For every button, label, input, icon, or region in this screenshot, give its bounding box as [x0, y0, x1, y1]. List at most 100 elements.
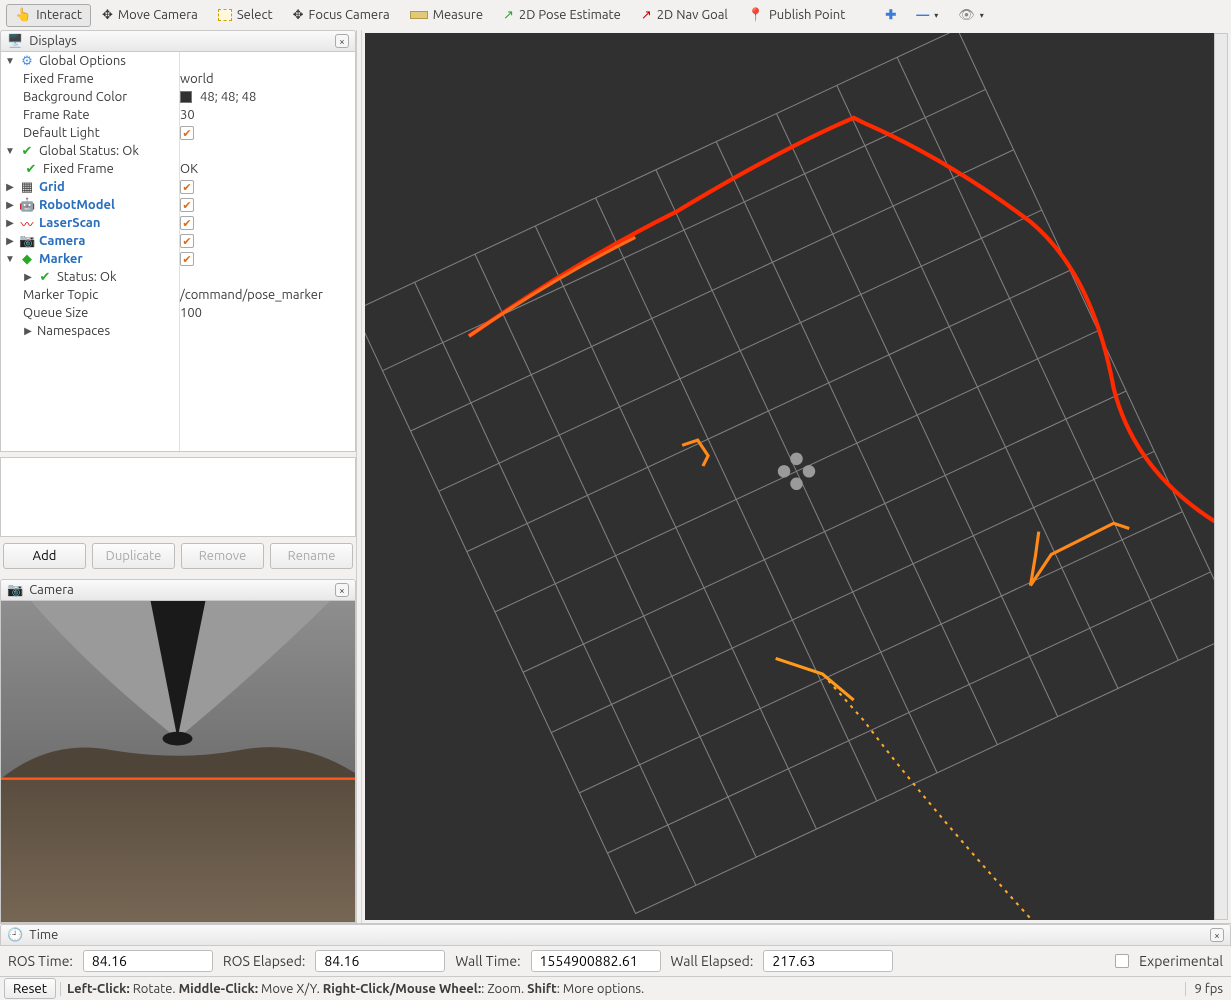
gear-icon: ⚙ [19, 54, 35, 69]
laserscan-checkbox[interactable] [180, 216, 194, 230]
main-area: 🖥️ Displays × ▼⚙Global Options Fixed Fra… [0, 30, 1231, 923]
hand-icon: 👆 [15, 8, 31, 23]
select-button[interactable]: Select [209, 4, 282, 26]
move-camera-button[interactable]: ✥ Move Camera [93, 4, 207, 27]
marker-status-label: Status: Ok [57, 270, 117, 284]
grid-item[interactable]: Grid [39, 180, 65, 194]
marker-checkbox[interactable] [180, 252, 194, 266]
interact-button[interactable]: 👆 Interact [6, 4, 91, 27]
main-toolbar: 👆 Interact ✥ Move Camera Select ✥ Focus … [0, 0, 1231, 30]
global-status-label: Global Status: Ok [39, 144, 139, 158]
queue-size-value[interactable]: 100 [180, 306, 202, 320]
measure-label: Measure [433, 8, 483, 22]
fixed-frame-value[interactable]: world [180, 72, 214, 86]
robotmodel-item[interactable]: RobotModel [39, 198, 115, 212]
robot-icon: 🤖 [19, 198, 35, 213]
focus-camera-icon: ✥ [293, 8, 304, 23]
robotmodel-checkbox[interactable] [180, 198, 194, 212]
check-icon: ✔ [19, 144, 35, 159]
wall-time-input[interactable] [531, 950, 661, 972]
status-bar: Reset Left-Click: Rotate. Middle-Click: … [0, 976, 1231, 1000]
nav-arrow-icon: ↗ [641, 8, 652, 23]
viewport-wrap [362, 30, 1231, 923]
time-panel: 🕘 Time × ROS Time: ROS Elapsed: Wall Tim… [0, 923, 1231, 976]
pose-estimate-label: 2D Pose Estimate [519, 8, 621, 22]
global-options-label: Global Options [39, 54, 126, 68]
publish-point-label: Publish Point [769, 8, 845, 22]
left-panels: 🖥️ Displays × ▼⚙Global Options Fixed Fra… [0, 30, 357, 923]
marker-topic-value[interactable]: /command/pose_marker [180, 288, 323, 302]
laserscan-item[interactable]: LaserScan [39, 216, 100, 230]
3d-viewport[interactable] [365, 33, 1228, 920]
clock-icon: 🕘 [7, 928, 23, 943]
ros-time-input[interactable] [83, 950, 213, 972]
ros-time-label: ROS Time: [8, 953, 73, 969]
displays-button-row: Add Duplicate Remove Rename [0, 537, 356, 575]
fixed-frame-label: Fixed Frame [23, 72, 94, 86]
frame-rate-label: Frame Rate [23, 108, 90, 122]
add-tool-button[interactable]: ✚ [876, 4, 905, 27]
focus-camera-label: Focus Camera [309, 8, 390, 22]
laserscan-icon: 〰 [19, 214, 35, 233]
reset-button[interactable]: Reset [4, 978, 56, 999]
displays-tree[interactable]: ▼⚙Global Options Fixed Frame Background … [0, 52, 356, 452]
grid-icon: ▦ [19, 180, 35, 195]
camera-item[interactable]: Camera [39, 234, 85, 248]
pin-icon: 📍 [748, 8, 764, 23]
focus-camera-button[interactable]: ✥ Focus Camera [284, 4, 399, 27]
remove-button[interactable]: Remove [181, 543, 264, 569]
plus-icon: ✚ [885, 8, 896, 23]
visibility-tool-button[interactable]: 👁▾ [949, 4, 993, 27]
pose-arrow-icon: ↗ [503, 8, 514, 23]
check-icon: ✔ [37, 270, 53, 285]
experimental-checkbox[interactable] [1115, 954, 1129, 968]
camera-view[interactable] [0, 601, 356, 923]
queue-size-label: Queue Size [23, 306, 88, 320]
time-panel-header[interactable]: 🕘 Time × [0, 924, 1231, 946]
default-light-checkbox[interactable] [180, 126, 194, 140]
camera-checkbox[interactable] [180, 234, 194, 248]
eye-icon: 👁 [958, 8, 975, 23]
minus-icon: — [916, 8, 929, 22]
pose-estimate-button[interactable]: ↗ 2D Pose Estimate [494, 4, 630, 27]
close-icon[interactable]: × [335, 34, 349, 48]
move-camera-icon: ✥ [102, 8, 113, 23]
displays-title: Displays [29, 34, 77, 48]
close-icon[interactable]: × [1210, 928, 1224, 942]
marker-item[interactable]: Marker [39, 252, 83, 266]
duplicate-button[interactable]: Duplicate [92, 543, 175, 569]
description-box [0, 457, 356, 537]
ros-elapsed-input[interactable] [315, 950, 445, 972]
camera-panel: 📷 Camera × [0, 579, 356, 923]
bgcolor-label: Background Color [23, 90, 127, 104]
measure-button[interactable]: Measure [401, 4, 492, 26]
viewport-scrollbar[interactable] [1214, 33, 1228, 920]
select-label: Select [237, 8, 273, 22]
displays-panel-header[interactable]: 🖥️ Displays × [0, 30, 356, 52]
nav-goal-label: 2D Nav Goal [657, 8, 728, 22]
frame-rate-value[interactable]: 30 [180, 108, 195, 122]
time-body: ROS Time: ROS Elapsed: Wall Time: Wall E… [0, 946, 1231, 976]
time-title: Time [29, 928, 58, 942]
check-icon: ✔ [23, 162, 39, 177]
camera-panel-title: Camera [29, 583, 74, 597]
default-light-label: Default Light [23, 126, 100, 140]
color-swatch[interactable] [180, 91, 192, 103]
bgcolor-value[interactable]: 48; 48; 48 [200, 90, 256, 104]
camera-panel-header[interactable]: 📷 Camera × [0, 579, 356, 601]
close-icon[interactable]: × [335, 583, 349, 597]
displays-icon: 🖥️ [7, 34, 23, 49]
nav-goal-button[interactable]: ↗ 2D Nav Goal [632, 4, 737, 27]
namespaces-label: Namespaces [37, 324, 110, 338]
add-button[interactable]: Add [3, 543, 86, 569]
rename-button[interactable]: Rename [270, 543, 353, 569]
remove-tool-button[interactable]: —▾ [907, 4, 947, 26]
ruler-icon [410, 11, 428, 19]
marker-icon: ◆ [19, 252, 35, 267]
interact-label: Interact [36, 8, 82, 22]
mouse-hint: Left-Click: Rotate. Middle-Click: Move X… [60, 982, 1185, 996]
experimental-label: Experimental [1139, 953, 1223, 969]
grid-checkbox[interactable] [180, 180, 194, 194]
publish-point-button[interactable]: 📍 Publish Point [739, 4, 855, 27]
wall-elapsed-input[interactable] [763, 950, 893, 972]
